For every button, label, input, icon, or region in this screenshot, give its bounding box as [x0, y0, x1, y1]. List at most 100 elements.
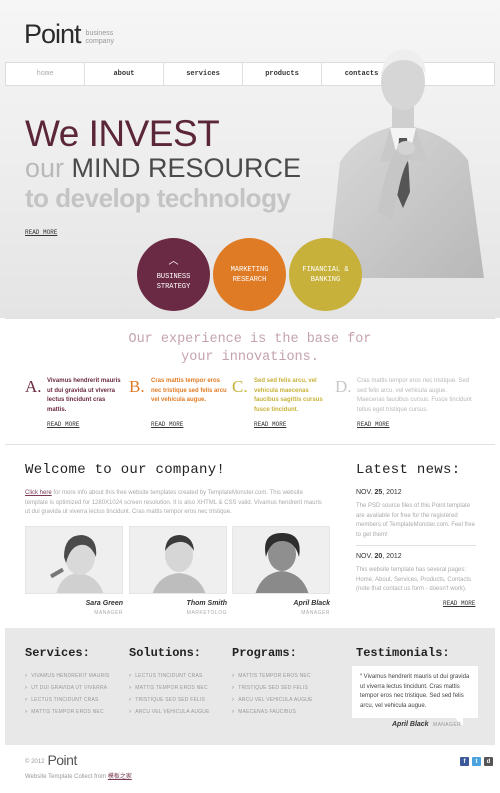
footer-credit: Website Template Collect from 模板之家 — [25, 771, 132, 780]
logo-wordmark: Point — [24, 19, 82, 49]
solutions-link[interactable]: TRISTIQUE SED SED FELIS — [129, 694, 210, 706]
hero-subheadline-dark: MIND RESOURCE — [71, 153, 302, 183]
circle-label-line2: STRATEGY — [156, 282, 191, 291]
feature-letter: B. — [129, 377, 145, 396]
team-role: MANAGER — [301, 610, 330, 616]
welcome-text: Click here for more info about this free… — [25, 489, 325, 518]
team-role: MANAGER — [94, 610, 123, 616]
logo-subtitle-line2: company — [85, 38, 114, 45]
circle-label-line1: FINANCIAL & — [302, 265, 349, 274]
feature-read-more-link[interactable]: READ MORE — [47, 421, 79, 428]
business-strategy-circle[interactable]: ︿ BUSINESS STRATEGY — [137, 238, 210, 311]
nav-services[interactable]: services — [164, 63, 243, 85]
solutions-link[interactable]: MATTIS TEMPOR EROS NEC — [129, 682, 210, 694]
programs-list: MATTIS TEMPOR EROS NEC TRISTIQUE SED SED… — [232, 670, 313, 718]
circle-label-line2: RESEARCH — [232, 275, 267, 284]
feature-read-more-link[interactable]: READ MORE — [254, 421, 286, 428]
copyright: © 2012 Point — [25, 753, 77, 767]
news-date: NOV. 20, 2012 — [356, 553, 402, 560]
testimonial-role: MANAGER — [433, 722, 462, 728]
team-name: April Black — [293, 600, 330, 607]
circle-label-line2: BANKING — [310, 275, 341, 284]
credit-text: Website Template Collect from — [25, 774, 108, 780]
circle-label-line1: MARKETING — [230, 265, 269, 274]
testimonials-title: Testimonials: — [356, 646, 450, 660]
twitter-icon[interactable]: t — [472, 757, 481, 766]
services-list: VIVAMUS HENDRERIT MAURIS UT DUI GRAVIDA … — [25, 670, 109, 718]
facebook-icon[interactable]: f — [460, 757, 469, 766]
feature-text: Cras mattis tempor eros nec tristique se… — [151, 378, 227, 403]
hero-subheadline-light: our — [25, 153, 72, 183]
services-link[interactable]: LECTUS TINCIDUNT CRAS — [25, 694, 109, 706]
testimonial-body: Vivamus hendrerit mauris ut dui gravida … — [360, 674, 470, 709]
feature-read-more-link[interactable]: READ MORE — [357, 421, 389, 428]
news-text: The PSD source files of this Point templ… — [356, 503, 475, 538]
welcome-body: for more info about this free website te… — [25, 490, 322, 515]
services-title: Services: — [25, 646, 90, 660]
news-month: NOV. — [356, 489, 373, 496]
solutions-title: Solutions: — [129, 646, 202, 660]
marketing-research-circle[interactable]: MARKETING RESEARCH — [213, 238, 286, 311]
team-name: Thom Smith — [186, 600, 227, 607]
divider — [5, 318, 495, 319]
solutions-link[interactable]: LECTUS TINCIDUNT CRAS — [129, 670, 210, 682]
programs-link[interactable]: MATTIS TEMPOR EROS NEC — [232, 670, 313, 682]
nav-home[interactable]: home — [6, 63, 85, 85]
footer-logo[interactable]: Point — [47, 753, 77, 767]
programs-link[interactable]: MAECENAS FAUCIBUS — [232, 706, 313, 718]
feature-text: Vivamus hendrerit mauris ut dui gravida … — [47, 378, 121, 413]
solutions-list: LECTUS TINCIDUNT CRAS MATTIS TEMPOR EROS… — [129, 670, 210, 718]
programs-link[interactable]: ARCU VEL VEHICULA AUGUE — [232, 694, 313, 706]
tagline-line2: your innovations. — [181, 350, 319, 365]
divider — [5, 444, 495, 445]
delicious-icon[interactable]: d — [484, 757, 493, 766]
team-photo-april[interactable] — [232, 526, 330, 594]
team-photo-thom[interactable] — [129, 526, 227, 594]
hero-read-more-link[interactable]: READ MORE — [25, 229, 57, 236]
logo-subtitle: business company — [86, 30, 114, 46]
solutions-link[interactable]: ARCU VEL VEHICULA AUGUE — [129, 706, 210, 718]
news-month: NOV. — [356, 553, 373, 560]
woman-portrait-image — [233, 527, 329, 593]
feature-read-more-link[interactable]: READ MORE — [151, 421, 183, 428]
circle-label-line1: BUSINESS — [156, 272, 191, 281]
welcome-title: Welcome to our company! — [25, 462, 226, 478]
team-photo-sara[interactable] — [25, 526, 123, 594]
feature-text: Cras mattis tempor eros nec tristique. S… — [357, 378, 472, 413]
click-here-link[interactable]: Click here — [25, 490, 52, 496]
copyright-year: © 2012 — [25, 759, 45, 765]
feature-letter: D. — [335, 377, 352, 396]
nav-products[interactable]: products — [243, 63, 322, 85]
news-text: This website template has several pages:… — [356, 567, 472, 592]
hero-subheadline: our MIND RESOURCE — [25, 153, 301, 183]
financial-banking-circle[interactable]: FINANCIAL & BANKING — [289, 238, 362, 311]
feature-text: Sed sed felis arcu, vel vehicula maecena… — [254, 378, 323, 413]
hero-tagline: to develop technology — [25, 183, 291, 213]
services-link[interactable]: VIVAMUS HENDRERIT MAURIS — [25, 670, 109, 682]
news-year: , 2012 — [382, 553, 402, 560]
feature-letter: C. — [232, 377, 248, 396]
hero-headline: We INVEST — [25, 113, 220, 154]
woman-portrait-image — [26, 527, 122, 593]
services-link[interactable]: UT DUI GRAVIDA UT VIVERRA — [25, 682, 109, 694]
credit-link[interactable]: 模板之家 — [108, 774, 132, 780]
news-date: NOV. 25, 2012 — [356, 489, 402, 496]
news-title: Latest news: — [356, 462, 461, 478]
feature-letter: A. — [25, 377, 42, 396]
news-read-more-link[interactable]: READ MORE — [443, 600, 475, 607]
testimonial-bubble: “ Vivamus hendrerit mauris ut dui gravid… — [352, 666, 478, 718]
experience-tagline: Our experience is the base for your inno… — [0, 331, 500, 367]
chevron-up-icon: ︿ — [168, 256, 179, 268]
programs-link[interactable]: TRISTIQUE SED SED FELIS — [232, 682, 313, 694]
testimonial-text: “ Vivamus hendrerit mauris ut dui gravid… — [360, 673, 472, 711]
nav-about[interactable]: about — [85, 63, 164, 85]
team-role: MARKETOLOG — [186, 610, 227, 616]
logo[interactable]: Point business company — [24, 20, 114, 48]
logo-subtitle-line1: business — [85, 30, 114, 37]
tagline-line1: Our experience is the base for — [128, 332, 372, 347]
programs-title: Programs: — [232, 646, 297, 660]
testimonial-author: April Black — [392, 721, 429, 728]
services-link[interactable]: MATTIS TEMPOR EROS NEC — [25, 706, 109, 718]
man-portrait-image — [130, 527, 226, 593]
team-name: Sara Green — [85, 600, 123, 607]
